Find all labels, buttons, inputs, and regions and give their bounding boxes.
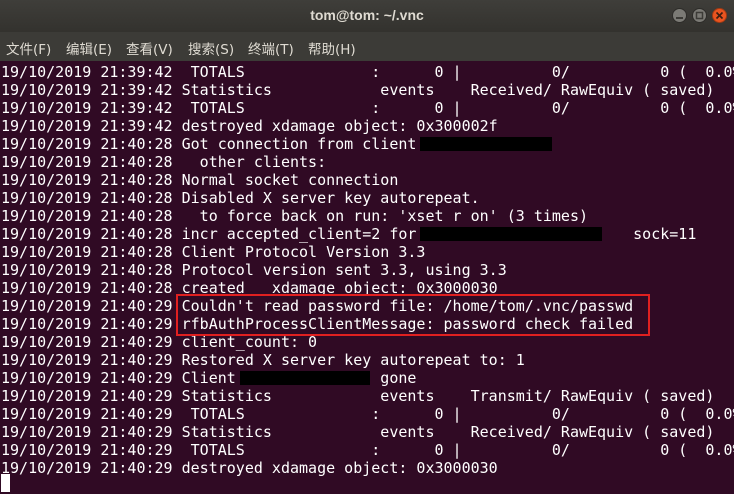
terminal-line: 19/10/2019 21:40:28 Protocol version sen…: [1, 261, 507, 279]
title-bar[interactable]: tom@tom: ~/.vnc: [0, 0, 734, 32]
close-button[interactable]: [712, 8, 727, 23]
menu-edit[interactable]: 编辑(E): [66, 38, 112, 58]
terminal-line: 19/10/2019 21:40:29 TOTALS : 0 | 0/ 0 ( …: [1, 441, 734, 459]
error-highlight-box: [176, 294, 650, 336]
terminal-window: tom@tom: ~/.vnc 文件(F) 编辑(E) 查看(V) 搜索(S) …: [0, 0, 734, 494]
redaction-bar: [240, 371, 370, 385]
terminal-line: 19/10/2019 21:40:28 to force back on run…: [1, 207, 588, 225]
menu-search[interactable]: 搜索(S): [188, 38, 234, 58]
terminal-line: 19/10/2019 21:39:42 Statistics events Re…: [1, 81, 715, 99]
menu-terminal[interactable]: 终端(T): [248, 38, 294, 58]
terminal-line: 19/10/2019 21:40:29 Statistics events Tr…: [1, 387, 715, 405]
maximize-icon: [695, 11, 704, 20]
terminal-line: 19/10/2019 21:40:29 Statistics events Re…: [1, 423, 715, 441]
close-icon: [715, 11, 724, 20]
terminal-line: 19/10/2019 21:40:29 Restored X server ke…: [1, 351, 525, 369]
terminal-line: 19/10/2019 21:40:28 Got connection from …: [1, 135, 417, 153]
terminal-line: 19/10/2019 21:39:42 destroyed xdamage ob…: [1, 117, 498, 135]
terminal-line: 19/10/2019 21:40:29 TOTALS : 0 | 0/ 0 ( …: [1, 405, 734, 423]
maximize-button[interactable]: [692, 8, 707, 23]
menu-file[interactable]: 文件(F): [6, 38, 51, 58]
menu-help[interactable]: 帮助(H): [308, 38, 356, 58]
window-title: tom@tom: ~/.vnc: [310, 7, 424, 23]
redaction-bar: [420, 137, 552, 151]
redaction-bar: [420, 227, 602, 241]
menu-bar: 文件(F) 编辑(E) 查看(V) 搜索(S) 终端(T) 帮助(H): [0, 32, 734, 61]
terminal-line: 19/10/2019 21:40:29 destroyed xdamage ob…: [1, 459, 498, 477]
terminal-output[interactable]: 19/10/2019 21:39:42 TOTALS : 0 | 0/ 0 ( …: [0, 61, 734, 494]
minimize-button[interactable]: [672, 8, 687, 23]
terminal-line: 19/10/2019 21:39:42 TOTALS : 0 | 0/ 0 ( …: [1, 63, 734, 81]
terminal-line: 19/10/2019 21:40:28 Normal socket connec…: [1, 171, 399, 189]
terminal-line: 19/10/2019 21:40:28 other clients:: [1, 153, 327, 171]
terminal-line: 19/10/2019 21:39:42 TOTALS : 0 | 0/ 0 ( …: [1, 99, 734, 117]
terminal-cursor: [1, 474, 10, 492]
terminal-line: 19/10/2019 21:40:28 Client Protocol Vers…: [1, 243, 426, 261]
terminal-line: 19/10/2019 21:40:28 Disabled X server ke…: [1, 189, 480, 207]
menu-view[interactable]: 查看(V): [126, 38, 173, 58]
minimize-icon: [676, 17, 683, 19]
